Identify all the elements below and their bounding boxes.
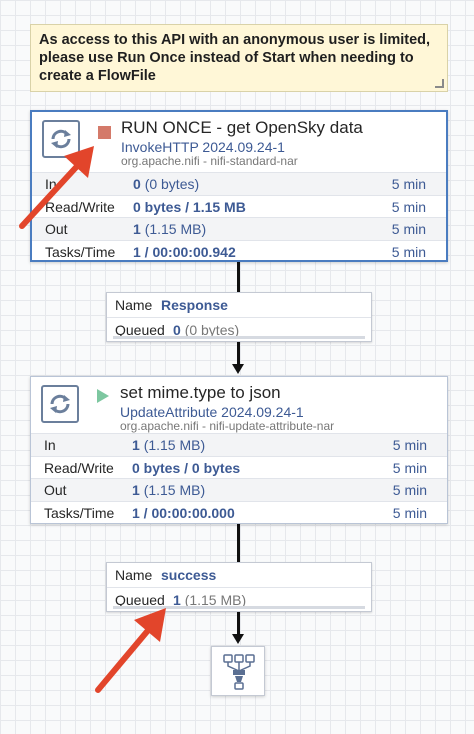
note-text: As access to this API with an anonymous … xyxy=(39,32,431,84)
stat-row-in: In 1 (1.15 MB) 5 min xyxy=(31,433,447,456)
stat-row-tasks: Tasks/Time 1 / 00:00:00.000 5 min xyxy=(31,500,447,524)
stat-label: Out xyxy=(44,482,67,498)
stat-row-out: Out 1 (1.15 MB) 5 min xyxy=(32,217,446,240)
note-label[interactable]: As access to this API with an anonymous … xyxy=(30,24,448,92)
processor-updateattribute[interactable]: set mime.type to json UpdateAttribute 20… xyxy=(30,376,448,524)
processor-bundle: org.apache.nifi - nifi-standard-nar xyxy=(121,154,298,168)
connection-queued-row: Queued 1 (1.15 MB) xyxy=(107,587,371,611)
stat-value: 1 (1.15 MB) xyxy=(133,221,207,237)
stop-icon[interactable] xyxy=(98,126,111,139)
stat-time: 5 min xyxy=(391,243,426,260)
stat-value: 0 (0 bytes) xyxy=(133,176,200,192)
connection-queued-row: Queued 0 (0 bytes) xyxy=(107,317,371,341)
processor-type: InvokeHTTP 2024.09.24-1 xyxy=(121,139,285,155)
connection-line[interactable] xyxy=(237,262,240,292)
connection-line[interactable] xyxy=(237,524,240,562)
queue-bar xyxy=(113,336,365,339)
stat-label: Read/Write xyxy=(45,198,115,215)
connection-label-response[interactable]: Name Response Queued 0 (0 bytes) xyxy=(106,292,372,342)
stat-label: In xyxy=(45,176,57,192)
stat-time: 5 min xyxy=(392,459,427,476)
processor-icon xyxy=(41,385,79,423)
stat-row-read-write: Read/Write 0 bytes / 1.15 MB 5 min xyxy=(32,194,446,218)
processor-name: RUN ONCE - get OpenSky data xyxy=(121,118,363,137)
stat-row-out: Out 1 (1.15 MB) 5 min xyxy=(31,478,447,501)
stat-time: 5 min xyxy=(391,198,426,215)
processor-bundle: org.apache.nifi - nifi-update-attribute-… xyxy=(120,419,335,433)
stat-label: Tasks/Time xyxy=(44,504,115,521)
queue-bar xyxy=(113,606,365,609)
connection-arrow-icon xyxy=(232,634,244,644)
resize-handle-icon[interactable] xyxy=(435,79,444,88)
play-icon[interactable] xyxy=(97,389,109,403)
stat-time: 5 min xyxy=(391,176,426,192)
stat-time: 5 min xyxy=(392,504,427,521)
stat-value: 0 bytes / 0 bytes xyxy=(132,459,241,476)
processor-icon xyxy=(42,120,80,158)
stat-row-read-write: Read/Write 0 bytes / 0 bytes 5 min xyxy=(31,455,447,479)
stat-value: 1 / 00:00:00.000 xyxy=(132,504,235,521)
connection-name: Response xyxy=(161,297,228,313)
processor-stats: In 0 (0 bytes) 5 min Read/Write 0 bytes … xyxy=(32,172,446,262)
connection-label-success[interactable]: Name success Queued 1 (1.15 MB) xyxy=(106,562,372,612)
connection-name-key: Name xyxy=(115,567,153,583)
connection-name-row: Name success xyxy=(107,563,371,587)
connection-line[interactable] xyxy=(237,612,240,636)
stat-time: 5 min xyxy=(392,437,427,453)
stat-time: 5 min xyxy=(392,482,427,498)
stat-value: 0 bytes / 1.15 MB xyxy=(133,198,246,215)
stat-label: In xyxy=(44,437,56,453)
stat-label: Out xyxy=(45,221,68,237)
funnel[interactable] xyxy=(211,646,265,696)
stat-value: 1 / 00:00:00.942 xyxy=(133,243,236,260)
connection-line[interactable] xyxy=(237,342,240,366)
funnel-icon xyxy=(223,654,255,690)
stat-time: 5 min xyxy=(391,221,426,237)
connection-name-key: Name xyxy=(115,297,153,313)
processor-stats: In 1 (1.15 MB) 5 min Read/Write 0 bytes … xyxy=(31,433,447,523)
stat-row-tasks: Tasks/Time 1 / 00:00:00.942 5 min xyxy=(32,239,446,263)
connection-arrow-icon xyxy=(232,364,244,374)
processor-invokehttp[interactable]: RUN ONCE - get OpenSky data InvokeHTTP 2… xyxy=(30,110,448,262)
connection-name-row: Name Response xyxy=(107,293,371,317)
stat-value: 1 (1.15 MB) xyxy=(132,437,206,453)
processor-name: set mime.type to json xyxy=(120,383,281,402)
stat-row-in: In 0 (0 bytes) 5 min xyxy=(32,172,446,195)
processor-header: set mime.type to json UpdateAttribute 20… xyxy=(31,377,447,435)
stat-value: 1 (1.15 MB) xyxy=(132,482,206,498)
connection-name: success xyxy=(161,567,217,583)
stat-label: Read/Write xyxy=(44,459,114,476)
processor-header: RUN ONCE - get OpenSky data InvokeHTTP 2… xyxy=(32,112,446,170)
processor-type: UpdateAttribute 2024.09.24-1 xyxy=(120,404,304,420)
stat-label: Tasks/Time xyxy=(45,243,116,260)
annotation-arrow-icon xyxy=(95,608,166,693)
